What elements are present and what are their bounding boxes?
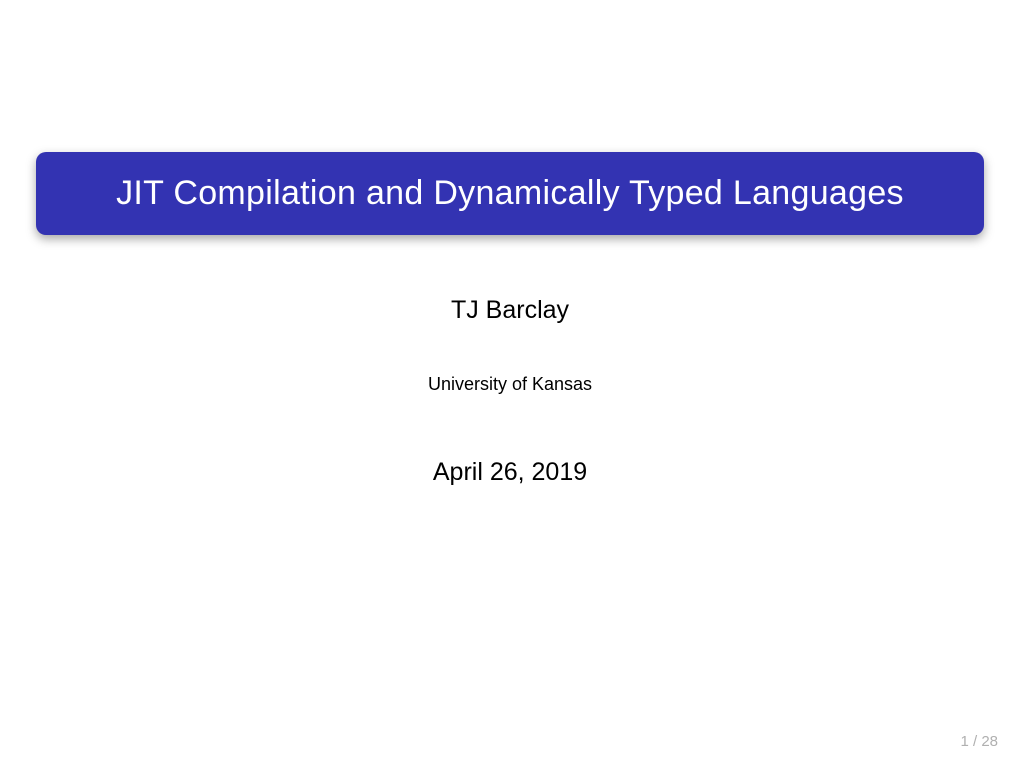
page-separator: / — [969, 733, 982, 750]
page-number: 1 / 28 — [960, 733, 998, 750]
total-pages: 28 — [981, 733, 998, 750]
affiliation: University of Kansas — [0, 374, 1020, 395]
author-name: TJ Barclay — [0, 296, 1020, 325]
current-page: 1 — [960, 733, 968, 750]
presentation-date: April 26, 2019 — [0, 458, 1020, 487]
slide-title: JIT Compilation and Dynamically Typed La… — [66, 174, 954, 213]
title-box: JIT Compilation and Dynamically Typed La… — [36, 152, 984, 235]
